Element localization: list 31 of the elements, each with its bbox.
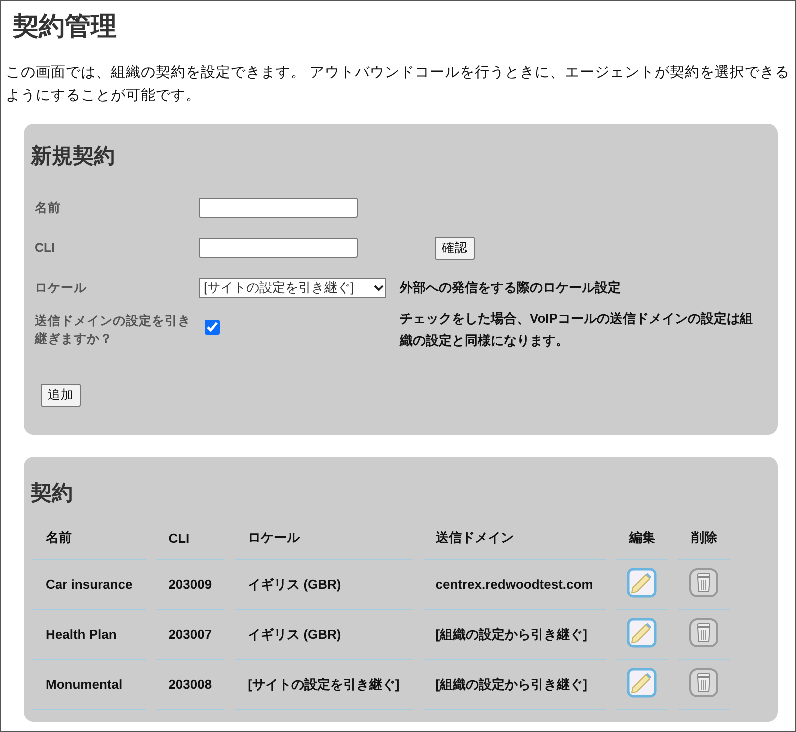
column-header: ロケール xyxy=(235,513,413,560)
table-cell: Car insurance xyxy=(33,560,146,610)
table-cell: centrex.redwoodtest.com xyxy=(422,560,606,610)
table-cell: イギリス (GBR) xyxy=(235,560,413,610)
column-header: 名前 xyxy=(33,513,146,560)
table-cell: イギリス (GBR) xyxy=(235,610,413,660)
column-header: CLI xyxy=(156,513,226,560)
confirm-button[interactable]: 確認 xyxy=(435,236,475,260)
page-title: 契約管理 xyxy=(13,10,118,43)
locale-select[interactable]: [サイトの設定を引き継ぐ] xyxy=(199,278,386,298)
field-hint: チェックをした場合、VoIPコールの送信ドメインの設定は組織の設定と同様になります。 xyxy=(400,310,754,350)
table-cell: Health Plan xyxy=(33,610,146,660)
field-label: 名前 xyxy=(34,200,62,217)
panel-title: 新規契約 xyxy=(31,144,116,170)
table-cell: 203008 xyxy=(156,660,226,710)
table-cell: 203007 xyxy=(156,610,226,660)
column-header: 削除 xyxy=(678,513,730,560)
column-header: 送信ドメイン xyxy=(422,513,606,560)
page-description: この画面では、組織の契約を設定できます。 アウトバウンドコールを行うときに、エージェントが契約を選択できるようにすることが可能です。 xyxy=(6,64,791,106)
field-label: CLI xyxy=(34,240,56,257)
table-cell: 203009 xyxy=(156,560,226,610)
panel-title: 契約 xyxy=(31,481,74,507)
table-cell: [組織の設定から引き継ぐ] xyxy=(422,660,606,710)
field-label: 送信ドメインの設定を引き継ぎますか？ xyxy=(34,313,192,348)
column-header: 編集 xyxy=(616,513,668,560)
table-cell: Monumental xyxy=(33,660,146,710)
add-button[interactable]: 追加 xyxy=(41,384,81,407)
field-label: ロケール xyxy=(34,280,88,297)
field-hint: 外部への発信をする際のロケール設定 xyxy=(400,279,621,297)
table-cell: [サイトの設定を引き継ぐ] xyxy=(235,660,413,710)
table-cell: [組織の設定から引き継ぐ] xyxy=(422,610,606,660)
